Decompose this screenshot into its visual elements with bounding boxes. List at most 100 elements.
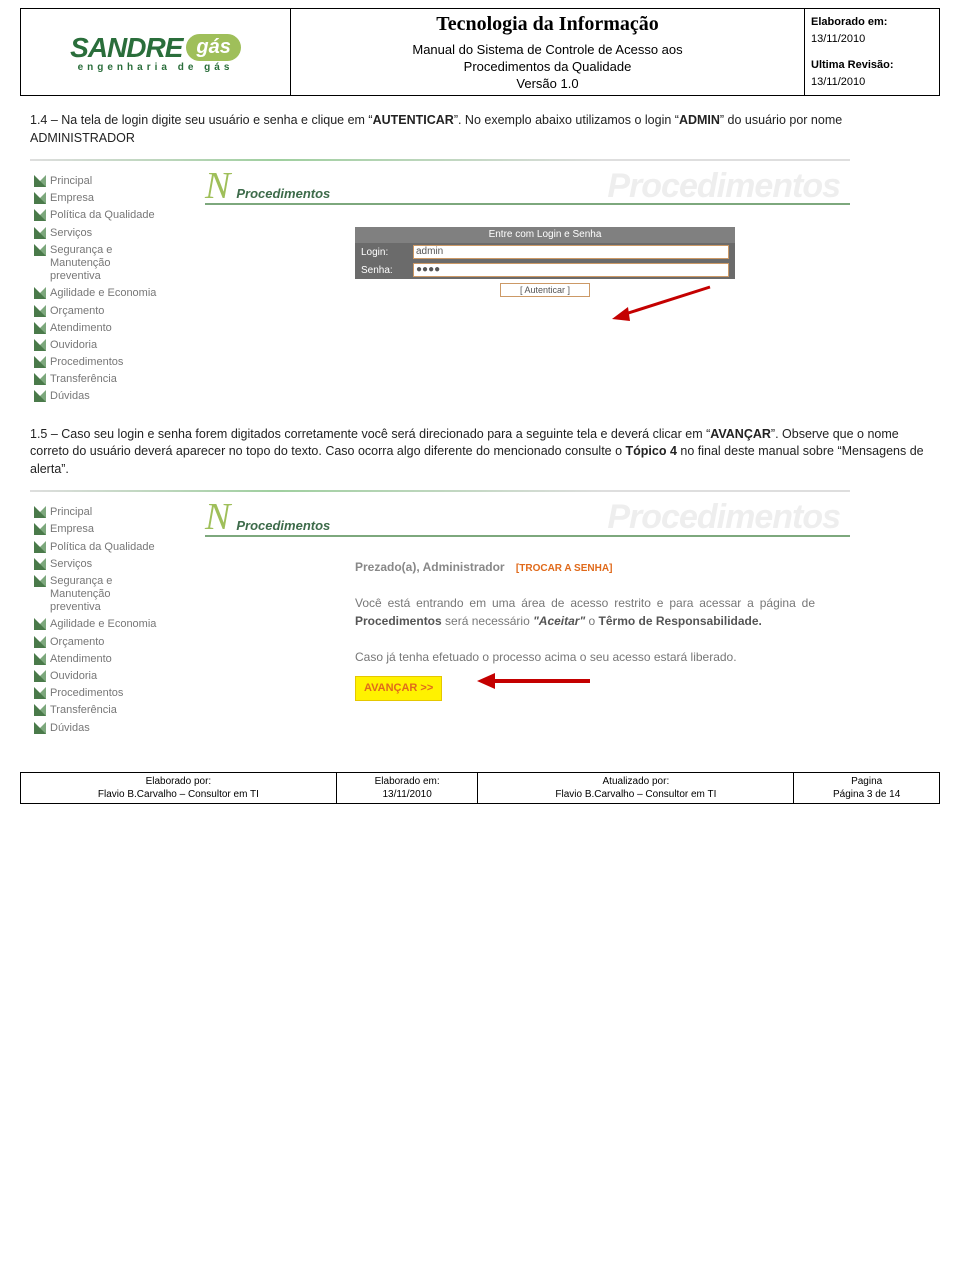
footer-elab-por: Elaborado por: Flavio B.Carvalho – Consu… <box>21 773 337 804</box>
instruction-1-5: 1.5 – Caso seu login e senha forem digit… <box>30 426 930 479</box>
chevron-icon <box>34 558 46 570</box>
sidebar-item[interactable]: Empresa <box>34 521 205 538</box>
sidebar-item-label: Serviços <box>50 558 92 571</box>
sidebar-item[interactable]: Principal <box>34 173 205 190</box>
sidebar-item[interactable]: Política da Qualidade <box>34 207 205 224</box>
greeting-text: Prezado(a), Administrador <box>355 560 505 574</box>
sidebar-item[interactable]: Procedimentos <box>34 685 205 702</box>
footer-elab-em: Elaborado em: 13/11/2010 <box>336 773 478 804</box>
sidebar-item-label: Ouvidoria <box>50 339 97 352</box>
doc-subtitle-1: Manual do Sistema de Controle de Acesso … <box>297 42 798 57</box>
sidebar-item-label: Procedimentos <box>50 356 123 369</box>
sidebar-item[interactable]: Orçamento <box>34 634 205 651</box>
proc-ghost-text: Procedimentos <box>607 167 840 206</box>
sidebar-item[interactable]: Dúvidas <box>34 388 205 405</box>
sidebar-item-label: Orçamento <box>50 305 104 318</box>
chevron-icon <box>34 322 46 334</box>
sidebar-item[interactable]: Ouvidoria <box>34 668 205 685</box>
sidebar-item[interactable]: Serviços <box>34 225 205 242</box>
sidebar-item-label: Transferência <box>50 704 117 717</box>
sidebar-item-label: Atendimento <box>50 322 112 335</box>
welcome-paragraph-2: Caso já tenha efetuado o processo acima … <box>355 648 815 666</box>
avancar-button[interactable]: AVANÇAR >> <box>355 676 442 701</box>
chevron-icon <box>34 244 46 256</box>
annotation-arrow-icon <box>610 285 720 333</box>
chevron-icon <box>34 390 46 402</box>
chevron-icon <box>34 356 46 368</box>
autenticar-button[interactable]: [ Autenticar ] <box>500 283 590 297</box>
sidebar-item[interactable]: Transferência <box>34 371 205 388</box>
sidebar-item[interactable]: Atendimento <box>34 651 205 668</box>
sidebar-item-label: Principal <box>50 506 92 519</box>
sidebar-item-label: Orçamento <box>50 636 104 649</box>
login-panel-title: Entre com Login e Senha <box>355 227 735 243</box>
sidebar-item[interactable]: Ouvidoria <box>34 337 205 354</box>
sidebar-item-label: Principal <box>50 175 92 188</box>
title-cell: Tecnologia da Informação Manual do Siste… <box>291 9 805 96</box>
sidebar-item-label: Agilidade e Economia <box>50 618 156 631</box>
chevron-icon <box>34 618 46 630</box>
sidebar-menu: Principal Empresa Política da Qualidade Ser… <box>30 502 205 752</box>
welcome-paragraph: Você está entrando em uma área de acesso… <box>355 594 815 630</box>
sidebar-item-label: Segurança e Manutenção preventiva <box>50 244 112 284</box>
chevron-icon <box>34 192 46 204</box>
sidebar-item-label: Atendimento <box>50 653 112 666</box>
doc-version: Versão 1.0 <box>297 76 798 91</box>
sidebar-item-label: Empresa <box>50 523 94 536</box>
revisao-date: 13/11/2010 <box>811 74 933 91</box>
sidebar-item[interactable]: Orçamento <box>34 303 205 320</box>
login-input[interactable]: admin <box>413 245 729 259</box>
screenshot-welcome: Principal Empresa Política da Qualidade Ser… <box>30 490 850 752</box>
chevron-icon <box>34 373 46 385</box>
chevron-icon <box>34 575 46 587</box>
sidebar-item-label: Dúvidas <box>50 722 90 735</box>
elaborado-date: 13/11/2010 <box>811 31 933 48</box>
elaborado-label: Elaborado em: <box>811 16 887 28</box>
sidebar-item-label: Política da Qualidade <box>50 209 155 222</box>
screenshot-login: Principal Empresa Política da Qualidade Ser… <box>30 159 850 406</box>
chevron-icon <box>34 722 46 734</box>
doc-subtitle-2: Procedimentos da Qualidade <box>297 59 798 74</box>
chevron-icon <box>34 287 46 299</box>
annotation-arrow-icon <box>475 669 595 699</box>
sidebar-item[interactable]: Serviços <box>34 556 205 573</box>
chevron-icon <box>34 227 46 239</box>
change-password-link[interactable]: [TROCAR A SENHA] <box>516 563 612 574</box>
chevron-icon <box>34 670 46 682</box>
chevron-icon <box>34 175 46 187</box>
procedimentos-heading: N Procedimentos Procedimentos <box>205 502 850 536</box>
logo-capsule: gás <box>186 34 240 61</box>
proc-n-icon: N <box>205 171 230 201</box>
procedimentos-heading: N Procedimentos Procedimentos <box>205 171 850 205</box>
sidebar-item-label: Transferência <box>50 373 117 386</box>
chevron-icon <box>34 339 46 351</box>
sidebar-item[interactable]: Segurança e Manutenção preventiva <box>34 242 205 286</box>
sidebar-item-label: Agilidade e Economia <box>50 287 156 300</box>
logo-text: SANDRE <box>70 32 182 64</box>
sidebar-item[interactable]: Empresa <box>34 190 205 207</box>
chevron-icon <box>34 541 46 553</box>
logo-subtitle: engenharia de gás <box>78 62 234 73</box>
instruction-1-4: 1.4 – Na tela de login digite seu usuári… <box>30 112 930 147</box>
sidebar-item[interactable]: Agilidade e Economia <box>34 285 205 302</box>
chevron-icon <box>34 687 46 699</box>
sidebar-menu: Principal Empresa Política da Qualidade Ser… <box>30 171 205 406</box>
login-label: Login: <box>361 247 407 258</box>
sidebar-item[interactable]: Procedimentos <box>34 354 205 371</box>
sidebar-item[interactable]: Principal <box>34 504 205 521</box>
doc-header: SANDRE gás engenharia de gás Tecnologia … <box>20 8 940 96</box>
proc-ghost-text: Procedimentos <box>607 498 840 537</box>
chevron-icon <box>34 305 46 317</box>
revisao-label: Ultima Revisão: <box>811 59 894 71</box>
sidebar-item[interactable]: Política da Qualidade <box>34 539 205 556</box>
sidebar-item[interactable]: Dúvidas <box>34 720 205 737</box>
footer-pagina: Pagina Página 3 de 14 <box>794 773 940 804</box>
proc-n-icon: N <box>205 502 230 532</box>
sidebar-item[interactable]: Segurança e Manutenção preventiva <box>34 573 205 617</box>
senha-input[interactable]: ●●●● <box>413 263 729 277</box>
sidebar-item[interactable]: Transferência <box>34 702 205 719</box>
sidebar-item[interactable]: Agilidade e Economia <box>34 616 205 633</box>
sidebar-item-label: Ouvidoria <box>50 670 97 683</box>
welcome-panel: Prezado(a), Administrador [TROCAR A SENH… <box>355 558 815 701</box>
sidebar-item[interactable]: Atendimento <box>34 320 205 337</box>
